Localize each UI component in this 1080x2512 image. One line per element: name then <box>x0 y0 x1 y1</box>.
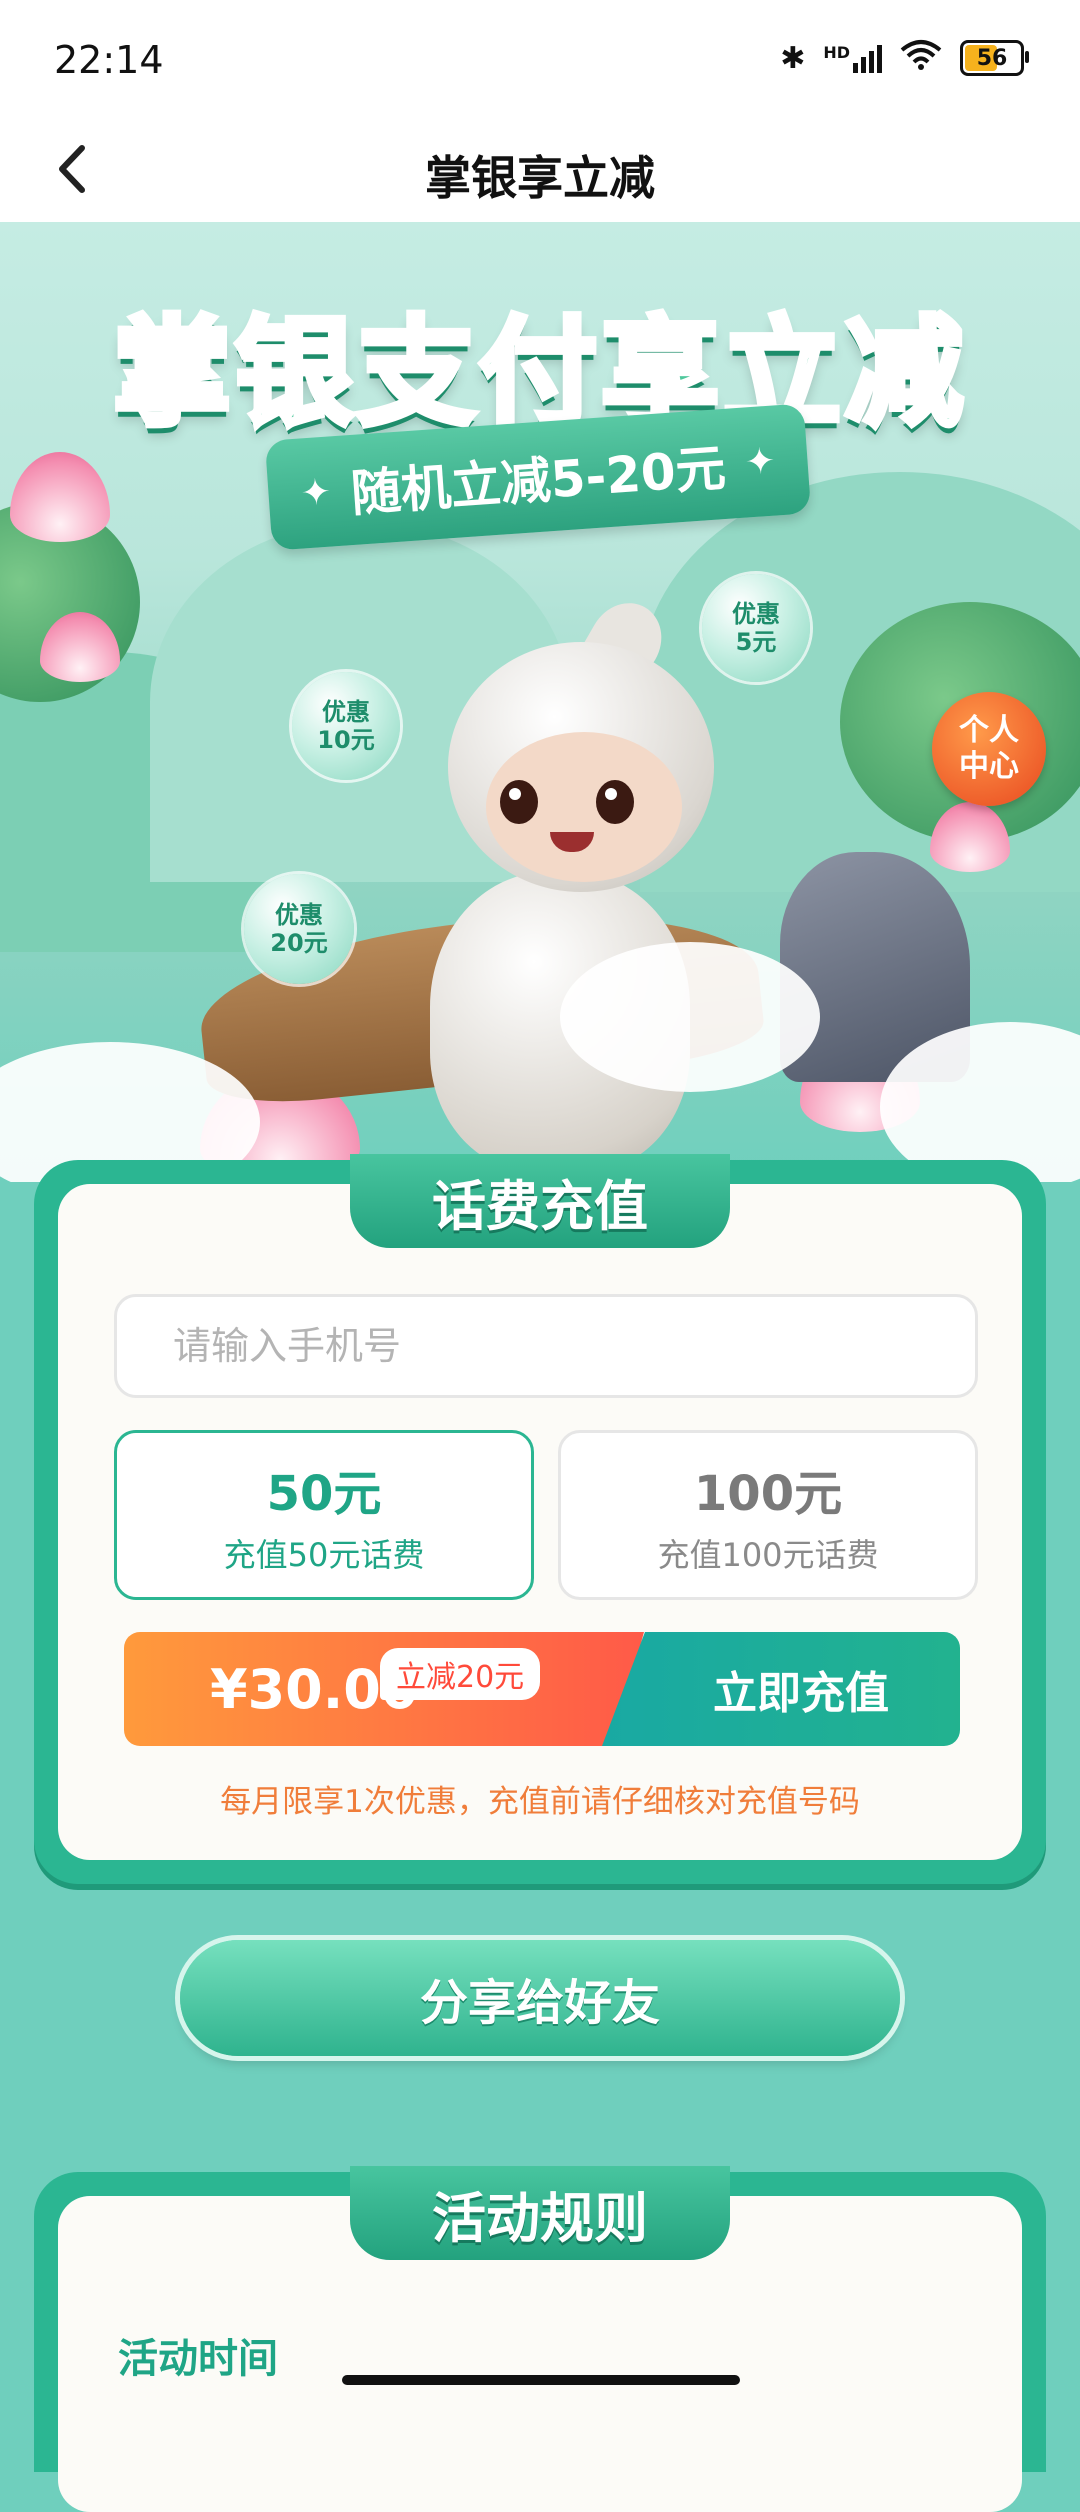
mascot-eye <box>596 780 634 824</box>
option-amount: 100元 <box>693 1466 843 1522</box>
option-desc: 充值50元话费 <box>223 1536 425 1574</box>
rules-time-heading: 活动时间 <box>118 2336 278 2382</box>
option-amount: 50元 <box>266 1466 382 1522</box>
status-time: 22:14 <box>54 38 164 82</box>
lotus-flower <box>10 452 110 542</box>
recharge-card-body: 50元 充值50元话费 100元 充值100元话费 ¥30.00 立减20元 立… <box>58 1184 1022 1860</box>
sparkle-icon: ✦ <box>743 439 777 483</box>
wave <box>560 942 820 1092</box>
section-header-recharge: 话费充值 <box>350 1154 730 1248</box>
pay-bar: ¥30.00 立减20元 立即充值 <box>124 1632 960 1746</box>
section-title: 活动规则 <box>432 2186 648 2250</box>
title-bar: 掌银享立减 <box>0 120 1080 222</box>
status-icons: ✱ HD 56 <box>780 38 1029 78</box>
price-area: ¥30.00 立减20元 <box>124 1632 644 1746</box>
option-desc: 充值100元话费 <box>657 1536 879 1574</box>
personal-center-button[interactable]: 个人 中心 <box>932 692 1046 806</box>
rules-card: 活动时间 活动规则 <box>34 2166 1046 2512</box>
discount-bubble-5: 优惠 5元 <box>702 574 810 682</box>
recharge-notice: 每月限享1次优惠，充值前请仔细核对充值号码 <box>220 1784 860 1820</box>
home-indicator[interactable] <box>342 2375 740 2385</box>
mascot-eye <box>500 780 538 824</box>
share-button[interactable]: 分享给好友 <box>180 1940 900 2056</box>
discount-bubble-20: 优惠 20元 <box>244 874 354 984</box>
phone-input[interactable] <box>114 1294 978 1398</box>
page-title: 掌银享立减 <box>425 151 655 205</box>
share-label: 分享给好友 <box>419 1975 660 2031</box>
discount-bubble-10: 优惠 10元 <box>292 672 400 780</box>
wifi-icon <box>900 38 942 78</box>
signal-icon: HD <box>823 43 882 73</box>
hero-banner: 掌银支付享立减 ✦ 随机立减5-20元 ✦ 优惠 10元 优惠 5元 优惠 20… <box>0 222 1080 1182</box>
bluetooth-icon: ✱ <box>780 40 806 76</box>
discount-badge: 立减20元 <box>380 1648 541 1700</box>
recharge-now-label: 立即充值 <box>713 1668 889 1719</box>
status-bar: 22:14 ✱ HD 56 <box>0 0 1080 120</box>
section-title: 话费充值 <box>432 1174 648 1238</box>
sparkle-icon: ✦ <box>299 471 333 515</box>
recharge-now-button[interactable]: 立即充值 <box>602 1632 960 1746</box>
option-50[interactable]: 50元 充值50元话费 <box>114 1430 534 1600</box>
battery-icon: 56 <box>960 40 1029 76</box>
option-100[interactable]: 100元 充值100元话费 <box>558 1430 978 1600</box>
banner-subtitle: 随机立减5-20元 <box>349 438 728 524</box>
section-header-rules: 活动规则 <box>350 2166 730 2260</box>
recharge-card: 50元 充值50元话费 100元 充值100元话费 ¥30.00 立减20元 立… <box>34 1154 1046 1884</box>
